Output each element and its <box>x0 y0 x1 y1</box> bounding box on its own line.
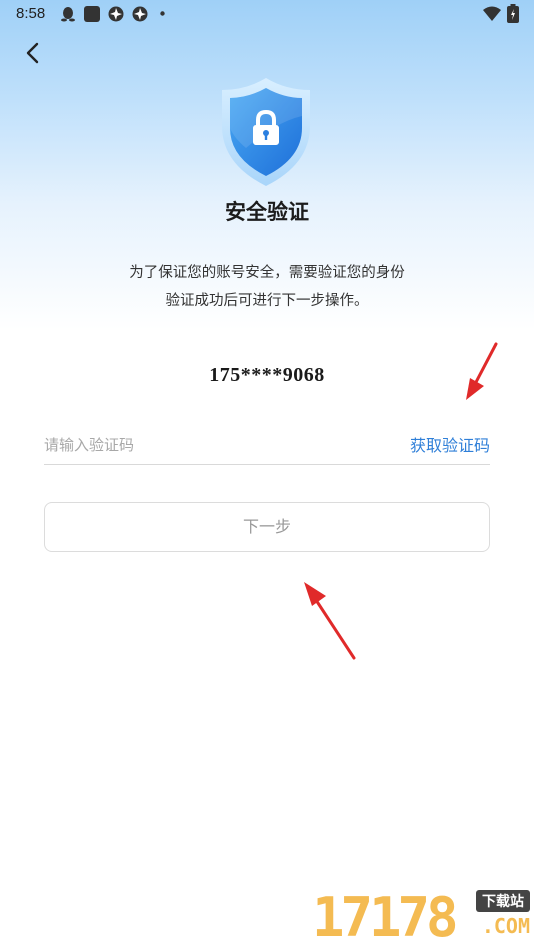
dot-icon <box>160 11 165 16</box>
get-code-button[interactable]: 获取验证码 <box>410 432 490 456</box>
verification-description: 为了保证您的账号安全，需要验证您的身份 验证成功后可进行下一步操作。 <box>0 259 534 315</box>
description-line-1: 为了保证您的账号安全，需要验证您的身份 <box>129 265 405 281</box>
description-line-2: 验证成功后可进行下一步操作。 <box>165 293 369 309</box>
shield-lock-icon <box>216 76 316 188</box>
watermark-badge: 下载站 <box>476 890 530 912</box>
wifi-icon <box>483 6 501 21</box>
status-time: 8:58 <box>16 5 46 22</box>
shutter-icon <box>108 6 124 22</box>
status-bar: 8:58 <box>0 0 534 28</box>
battery-icon <box>507 4 519 23</box>
next-step-button[interactable]: 下一步 <box>44 502 490 552</box>
chevron-left-icon <box>18 38 48 68</box>
masked-phone-number: 175****9068 <box>209 364 325 386</box>
watermark-domain: .COM <box>481 914 530 938</box>
verification-code-row: 获取验证码 <box>44 426 490 465</box>
page-title: 安全验证 <box>225 200 309 224</box>
shutter-icon <box>132 6 148 22</box>
app-icon <box>84 6 100 22</box>
annotation-arrow-down <box>300 578 360 664</box>
qq-icon <box>60 6 76 22</box>
site-watermark: 17178 下载站 .COM <box>306 884 534 950</box>
verification-code-input[interactable] <box>44 432 364 458</box>
back-button[interactable] <box>18 38 48 68</box>
watermark-number: 17178 <box>312 886 459 949</box>
